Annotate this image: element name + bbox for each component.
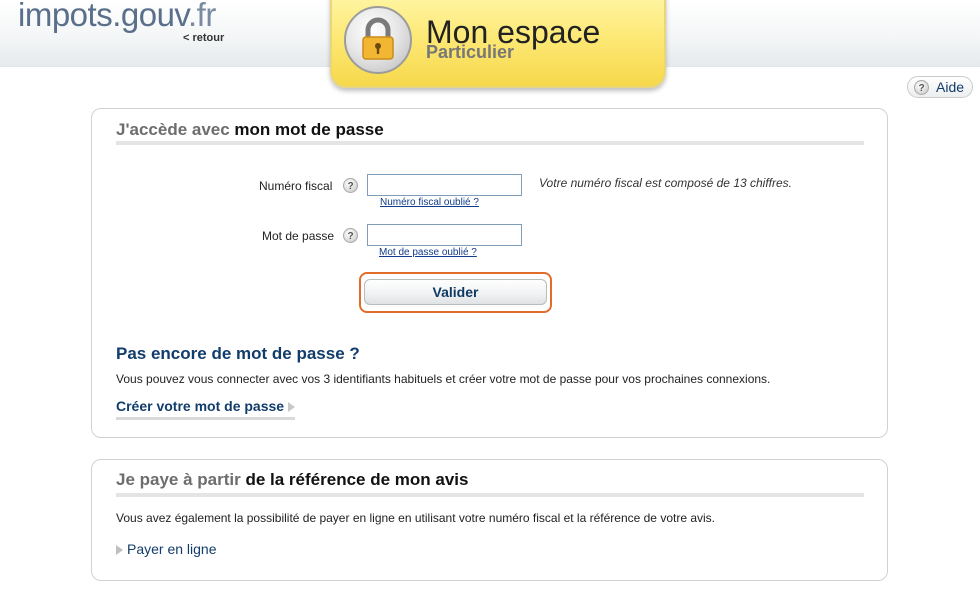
password-label: Mot de passe [262, 229, 335, 243]
help-button[interactable]: ? Aide [907, 76, 973, 98]
tax-number-label: Numéro fiscal [259, 179, 333, 193]
logo-suffix-text: .fr [187, 0, 216, 33]
question-mark-icon: ? [914, 80, 929, 95]
payment-title-light: Je paye à partir [116, 470, 246, 489]
help-button-label: Aide [936, 79, 965, 95]
payment-panel-title: Je paye à partir de la référence de mon … [116, 470, 468, 490]
login-title-dark: mon mot de passe [234, 120, 384, 139]
password-input[interactable] [367, 224, 522, 246]
create-password-label: Créer votre mot de passe [116, 398, 285, 414]
title-divider [116, 141, 864, 145]
forgot-password-link[interactable]: Mot de passe oublié ? [379, 247, 477, 258]
forgot-tax-number-link[interactable]: Numéro fiscal oublié ? [380, 197, 479, 208]
create-password-link[interactable]: Créer votre mot de passe [116, 398, 295, 420]
pay-online-link[interactable]: Payer en ligne [116, 541, 217, 557]
payment-panel: Je paye à partir de la référence de mon … [91, 459, 888, 581]
login-panel-title: J'accède avec mon mot de passe [116, 120, 384, 140]
triangle-right-icon [287, 402, 295, 413]
title-divider [116, 493, 864, 497]
login-title-light: J'accède avec [116, 120, 235, 139]
mon-espace-badge: Mon espace Particulier [330, 0, 666, 88]
space-subtitle: Particulier [426, 42, 515, 62]
padlock-icon [344, 6, 412, 74]
login-panel: J'accède avec mon mot de passe Numéro fi… [91, 108, 888, 438]
submit-button-highlight: Valider [359, 272, 552, 313]
submit-button[interactable]: Valider [364, 279, 547, 305]
triangle-right-icon [116, 545, 123, 556]
password-help-icon[interactable]: ? [343, 228, 358, 243]
no-password-text: Vous pouvez vous connecter avec vos 3 id… [116, 372, 771, 386]
logo-main-text: impots.gouv [18, 0, 188, 33]
tax-number-help-icon[interactable]: ? [343, 178, 358, 193]
back-link[interactable]: < retour [183, 32, 224, 44]
payment-title-dark: de la référence de mon avis [245, 470, 469, 489]
site-logo[interactable]: impots.gouv.fr [18, 0, 216, 34]
pay-online-label: Payer en ligne [127, 541, 217, 557]
tax-number-hint: Votre numéro fiscal est composé de 13 ch… [539, 176, 793, 190]
payment-text: Vous avez également la possibilité de pa… [116, 511, 716, 525]
tax-number-input[interactable] [367, 174, 522, 196]
no-password-heading: Pas encore de mot de passe ? [116, 344, 360, 363]
